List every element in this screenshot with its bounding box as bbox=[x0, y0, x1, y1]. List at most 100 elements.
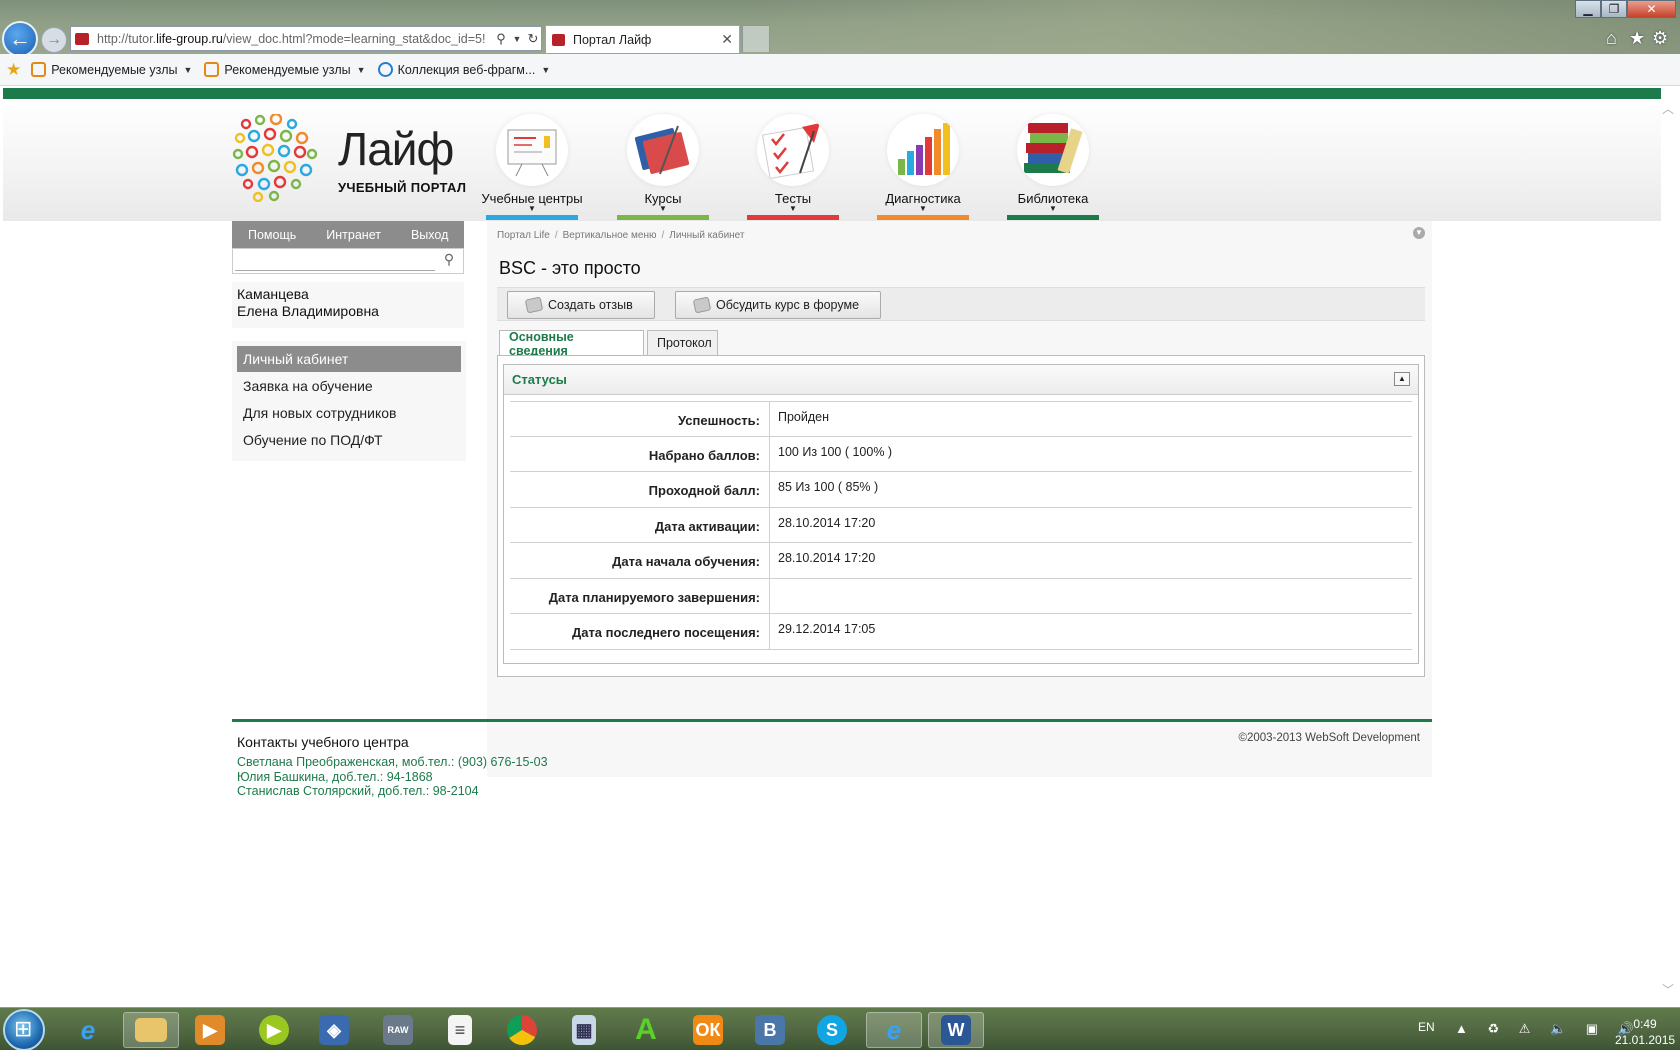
address-bar[interactable]: http://tutor.life-group.ru/view_doc.html… bbox=[70, 26, 542, 51]
taskbar-ie-active[interactable]: e bbox=[866, 1012, 922, 1048]
gear-icon[interactable]: ⚙ bbox=[1652, 28, 1668, 49]
tray-icons[interactable]: ▲ ♻ ⚠ 🔈 ▣ 🔊 bbox=[1455, 1021, 1642, 1037]
close-window-button[interactable]: ✕ bbox=[1627, 0, 1676, 18]
logo-subtitle: УЧЕБНЫЙ ПОРТАЛ bbox=[338, 180, 467, 195]
add-favorite-icon[interactable]: ★ bbox=[6, 60, 21, 80]
taskbar-xara[interactable]: ◈ bbox=[306, 1012, 362, 1048]
dropdown-icon[interactable]: ▼ bbox=[509, 34, 525, 44]
help-link[interactable]: Помощь bbox=[248, 228, 296, 242]
home-icon[interactable]: ⌂ bbox=[1606, 28, 1617, 49]
status-section-header[interactable]: Статусы ▲ bbox=[504, 365, 1418, 395]
new-tab-button[interactable] bbox=[742, 25, 770, 52]
breadcrumb-item[interactable]: Вертикальное меню bbox=[563, 230, 657, 241]
url-text[interactable]: http://tutor.life-group.ru/view_doc.html… bbox=[97, 32, 493, 46]
taskbar-media-player[interactable]: ▶ bbox=[182, 1012, 238, 1048]
language-indicator[interactable]: EN bbox=[1418, 1020, 1435, 1034]
minimize-button[interactable]: ▁ bbox=[1575, 0, 1601, 18]
tab-close-icon[interactable]: ✕ bbox=[721, 31, 733, 48]
ie-icon: e bbox=[80, 1014, 96, 1045]
taskbar-acrobat[interactable]: A bbox=[618, 1012, 674, 1048]
footer-divider bbox=[232, 719, 1432, 722]
comment-icon bbox=[692, 296, 712, 314]
nav-color-bar bbox=[617, 215, 709, 220]
restore-button[interactable]: ❐ bbox=[1601, 0, 1627, 18]
search-icon[interactable]: ⚲ bbox=[493, 31, 509, 47]
search-icon[interactable]: ⚲ bbox=[438, 251, 460, 271]
clock[interactable]: 0:49 21.01.2015 bbox=[1615, 1016, 1675, 1048]
breadcrumb-item[interactable]: Личный кабинет bbox=[669, 230, 744, 241]
taskbar-raw[interactable]: RAW bbox=[370, 1012, 426, 1048]
explorer-icon bbox=[135, 1018, 167, 1042]
logout-link[interactable]: Выход bbox=[411, 228, 448, 242]
system-tray: EN ▲ ♻ ⚠ 🔈 ▣ 🔊 0:49 21.01.2015 bbox=[1410, 1008, 1680, 1050]
raw-icon: RAW bbox=[383, 1015, 413, 1045]
nav-diagnostics[interactable]: Диагностика ▼ bbox=[877, 114, 969, 224]
discuss-forum-button[interactable]: Обсудить курс в форуме bbox=[675, 291, 881, 319]
taskbar-word[interactable]: W bbox=[928, 1012, 984, 1048]
taskbar-skype[interactable]: S bbox=[804, 1012, 860, 1048]
chrome-icon bbox=[507, 1015, 537, 1045]
scroll-down-icon[interactable]: ﹀ bbox=[1662, 981, 1674, 998]
collapse-icon[interactable]: ▼ bbox=[1413, 227, 1425, 239]
tab-portal-life[interactable]: Портал Лайф ✕ bbox=[545, 25, 740, 53]
main-content: Портал Life / Вертикальное меню / Личный каб… bbox=[487, 221, 1432, 777]
side-menu: Личный кабинет Заявка на обучение Для но… bbox=[232, 341, 466, 461]
forward-button[interactable]: → bbox=[41, 27, 67, 53]
breadcrumb: Портал Life / Вертикальное меню / Личный каб… bbox=[497, 230, 745, 241]
taskbar-calculator[interactable]: ▦ bbox=[556, 1012, 612, 1048]
comment-icon bbox=[524, 296, 544, 314]
chevron-down-icon: ▼ bbox=[541, 64, 551, 75]
nav-tests[interactable]: Тесты ▼ bbox=[747, 114, 839, 224]
taskbar-explorer[interactable] bbox=[123, 1012, 179, 1048]
user-info: Каманцева Елена Владимировна bbox=[232, 282, 464, 328]
books-icon bbox=[1017, 114, 1089, 186]
taskbar-ie[interactable]: e bbox=[60, 1012, 116, 1048]
collapse-section-icon[interactable]: ▲ bbox=[1394, 372, 1410, 386]
scroll-up-icon[interactable]: ︿ bbox=[1662, 100, 1674, 117]
favorites-star-icon[interactable]: ★ bbox=[1629, 28, 1645, 49]
side-item-personal-cabinet[interactable]: Личный кабинет bbox=[237, 346, 461, 372]
nav-training-centers[interactable]: Учебные центры ▼ bbox=[481, 114, 583, 224]
logo-title: Лайф bbox=[338, 123, 454, 175]
favorite-item-web-slices[interactable]: Коллекция веб-фрагм... ▼ bbox=[377, 62, 551, 77]
nav-library[interactable]: Библиотека ▼ bbox=[1007, 114, 1099, 224]
taskbar-player[interactable]: ▶ bbox=[246, 1012, 302, 1048]
search-input[interactable] bbox=[235, 251, 435, 271]
favorite-item-recommended-2[interactable]: Рекомендуемые узлы ▼ bbox=[204, 62, 366, 77]
taskbar-odnoklassniki[interactable]: ОК bbox=[680, 1012, 736, 1048]
portal-logo[interactable]: Лайф УЧЕБНЫЙ ПОРТАЛ bbox=[232, 114, 472, 208]
tab-title: Портал Лайф bbox=[573, 32, 652, 47]
nav-courses[interactable]: Курсы ▼ bbox=[617, 114, 709, 224]
refresh-icon[interactable]: ↻ bbox=[525, 31, 541, 47]
logo-circles-icon bbox=[232, 114, 318, 202]
table-row: Набрано баллов: 100 Из 100 ( 100% ) bbox=[510, 436, 1412, 472]
intranet-link[interactable]: Интранет bbox=[326, 228, 381, 242]
notepad-icon: ≡ bbox=[448, 1015, 472, 1045]
tab-protocol[interactable]: Протокол bbox=[647, 330, 718, 355]
chevron-down-icon: ▼ bbox=[789, 204, 797, 213]
checklist-icon bbox=[757, 114, 829, 186]
taskbar-chrome[interactable] bbox=[494, 1012, 550, 1048]
start-button[interactable] bbox=[3, 1009, 45, 1050]
rss-icon bbox=[204, 62, 220, 77]
tab-main-info[interactable]: Основные сведения bbox=[499, 330, 644, 358]
chevron-down-icon: ▼ bbox=[356, 64, 366, 75]
arrow-right-icon: → bbox=[46, 31, 62, 48]
search-box: ⚲ bbox=[232, 248, 464, 274]
ie-icon bbox=[377, 62, 393, 77]
contact-line: Юлия Башкина, доб.тел.: 94-1868 bbox=[237, 769, 433, 784]
side-item-new-employees[interactable]: Для новых сотрудников bbox=[237, 400, 461, 426]
side-item-training-request[interactable]: Заявка на обучение bbox=[237, 373, 461, 399]
tab-favicon bbox=[552, 33, 565, 46]
user-last-name: Каманцева bbox=[237, 286, 309, 302]
nav-color-bar bbox=[1007, 215, 1099, 220]
side-item-pod-ft-training[interactable]: Обучение по ПОД/ФТ bbox=[237, 427, 461, 453]
breadcrumb-item[interactable]: Портал Life bbox=[497, 230, 550, 241]
favorite-item-recommended-1[interactable]: Рекомендуемые узлы ▼ bbox=[31, 62, 192, 77]
calculator-icon: ▦ bbox=[572, 1015, 596, 1045]
table-row: Дата начала обучения: 28.10.2014 17:20 bbox=[510, 543, 1412, 579]
back-button[interactable]: ← bbox=[2, 21, 38, 57]
taskbar-notepad[interactable]: ≡ bbox=[432, 1012, 488, 1048]
taskbar-vk[interactable]: В bbox=[742, 1012, 798, 1048]
create-review-button[interactable]: Создать отзыв bbox=[507, 291, 655, 319]
